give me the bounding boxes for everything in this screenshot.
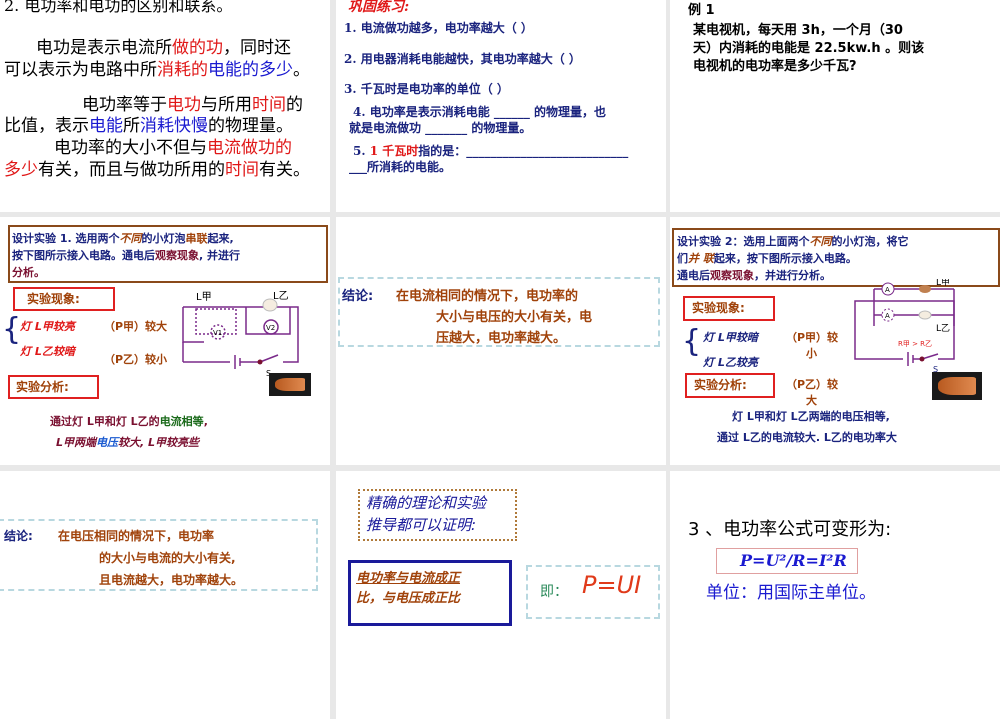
observation: 灯 L甲较暗: [703, 331, 758, 344]
analysis-label: 实验分析:: [16, 380, 69, 394]
lamp-label: L甲: [196, 292, 212, 303]
voltmeter-label: V2: [266, 324, 275, 332]
conclusion-line: 的大小与电流的大小有关,: [99, 551, 236, 565]
conclusion-label: 结论:: [4, 529, 33, 543]
example-line: 天）内消耗的电能是 22.5kw.h 。则该: [693, 41, 925, 56]
power-compare: （P甲）较大: [104, 320, 168, 333]
design-line: 按下图所示接入电路。通电后观察现象, 并进行: [12, 249, 241, 262]
analysis-line: 通过 L乙的电流较大. L乙的电功率大: [717, 431, 897, 444]
slide-thumbnail-3[interactable]: 例 1 某电视机，每天用 3h，一个月（30 天）内消耗的电能是 22.5kw.…: [670, 0, 1000, 212]
phenomenon-label: 实验现象:: [27, 292, 80, 306]
slide-thumbnail-2[interactable]: 巩固练习: 1. 电流做功越多，电功率越大（ ） 2. 用电器消耗电能越快，其电…: [336, 0, 666, 212]
analysis-line: 灯 L甲和灯 L乙两端的电压相等,: [732, 410, 890, 423]
conclusion-line: 且电流越大，电功率越大。: [99, 573, 244, 587]
phenomenon-label: 实验现象:: [692, 301, 745, 315]
power-compare: （P甲）较: [786, 331, 839, 344]
paragraph-line: 可以表示为电路中所消耗的电能的多少。: [4, 60, 310, 80]
proof-line: 精确的理论和实验: [366, 494, 487, 512]
slide-thumbnail-9[interactable]: 3 、电功率公式可变形为: P=U²/R=I²R 单位：用国际主单位。: [670, 471, 1000, 719]
pointing-hand-icon[interactable]: [932, 372, 982, 400]
unit-text: 单位：用国际主单位。: [706, 583, 876, 603]
parallel-circuit-diagram: A A L甲 L乙 R甲 > R乙 S: [854, 279, 955, 374]
proportion-line: 比，与电压成正比: [356, 591, 461, 606]
slide-thumbnail-7[interactable]: 结论: 在电压相同的情况下，电功率 的大小与电流的大小有关, 且电流越大，电功率…: [0, 471, 330, 719]
example-line: 某电视机，每天用 3h，一个月（30: [693, 23, 903, 38]
analysis-line: 通过灯 L甲和灯 L乙的电流相等,: [50, 415, 208, 428]
design-line: 分析。: [12, 266, 45, 279]
example-label: 例 1: [688, 3, 715, 18]
slide-thumbnail-1[interactable]: 2. 电功率和电功的区别和联系。 电功是表示电流所做的功，同时还 可以表示为电路…: [0, 0, 330, 212]
power-compare: （P乙）较小: [104, 353, 168, 366]
question-1: 1. 电流做功越多，电功率越大（ ）: [344, 21, 533, 35]
observation: 灯 L乙较暗: [20, 345, 75, 358]
lamp-label: L甲: [936, 279, 950, 288]
lamp-label: L乙: [273, 290, 289, 302]
slide-thumbnail-8[interactable]: 精确的理论和实验 推导都可以证明: 电功率与电流成正 比，与电压成正比 即： P…: [336, 471, 666, 719]
power-compare: （P乙）较: [786, 378, 839, 391]
design-line: 通电后观察现象，并进行分析。: [677, 269, 831, 282]
pointing-hand-icon[interactable]: [269, 373, 311, 396]
conclusion-line: 压越大，电功率越大。: [436, 331, 567, 346]
slide-thumbnail-5[interactable]: 结论: 在电流相同的情况下，电功率的 大小与电压的大小有关，电 压越大，电功率越…: [336, 217, 666, 465]
analysis-label: 实验分析:: [694, 378, 747, 392]
resistance-compare: R甲 > R乙: [898, 340, 932, 348]
observation: 灯 L甲较亮: [20, 320, 75, 333]
design-line: 们并 联起来，按下图所示接入电路。: [677, 252, 857, 265]
conclusion-line: 在电流相同的情况下，电功率的: [396, 289, 579, 304]
brace: {: [2, 312, 22, 347]
power-compare: 小: [806, 347, 817, 360]
design-line: 设计实验 1. 选用两个不同的小灯泡串联起来,: [12, 232, 234, 245]
formula: P=U²/R=I²R: [740, 551, 847, 570]
proportion-line: 电功率与电流成正: [356, 571, 461, 586]
ammeter-label: A: [885, 312, 890, 320]
conclusion-line: 在电压相同的情况下，电功率: [58, 529, 215, 543]
voltmeter-label: V1: [213, 329, 222, 337]
question-5-cont: ___所消耗的电能。: [349, 160, 452, 174]
observation: 灯 L乙较亮: [703, 356, 758, 369]
power-compare: 大: [806, 394, 817, 407]
exercise-heading: 巩固练习:: [348, 0, 410, 15]
ammeter-label: A: [885, 286, 890, 294]
question-4: 4. 电功率是表示消耗电能 ______ 的物理量，也: [353, 105, 607, 119]
slide-title: 2. 电功率和电功的区别和联系。: [4, 0, 233, 15]
question-4-cont: 就是电流做功 _______ 的物理量。: [349, 121, 532, 135]
slide-thumbnail-4[interactable]: 设计实验 1. 选用两个不同的小灯泡串联起来, 按下图所示接入电路。通电后观察现…: [0, 217, 330, 465]
slide-heading: 3 、电功率公式可变形为:: [688, 519, 892, 540]
paragraph-line: 多少有关，而且与做功所用的时间有关。: [4, 160, 310, 180]
design-line: 设计实验 2：选用上面两个不同的小灯泡，将它: [677, 235, 909, 248]
question-3: 3. 千瓦时是电功率的单位（ ）: [344, 82, 509, 96]
conclusion-label: 结论:: [342, 289, 374, 304]
lamp-label: L乙: [936, 323, 950, 334]
analysis-line: L甲两端电压较大, L甲较亮些: [56, 436, 200, 449]
ji-label: 即：: [540, 584, 568, 600]
brace: {: [682, 324, 702, 359]
example-line: 电视机的电功率是多少千瓦?: [693, 59, 857, 74]
question-2: 2. 用电器消耗电能越快，其电功率越大（ ）: [344, 52, 581, 66]
proof-line: 推导都可以证明:: [366, 516, 477, 534]
conclusion-line: 大小与电压的大小有关，电: [436, 310, 593, 325]
question-5: 5. 1 千瓦时指的是：___________________________: [353, 144, 629, 158]
formula: P=UI: [582, 571, 642, 599]
series-circuit-diagram: L甲 L乙 V1 V2 S: [182, 290, 299, 377]
slide-thumbnail-6[interactable]: 设计实验 2：选用上面两个不同的小灯泡，将它 们并 联起来，按下图所示接入电路。…: [670, 217, 1000, 465]
